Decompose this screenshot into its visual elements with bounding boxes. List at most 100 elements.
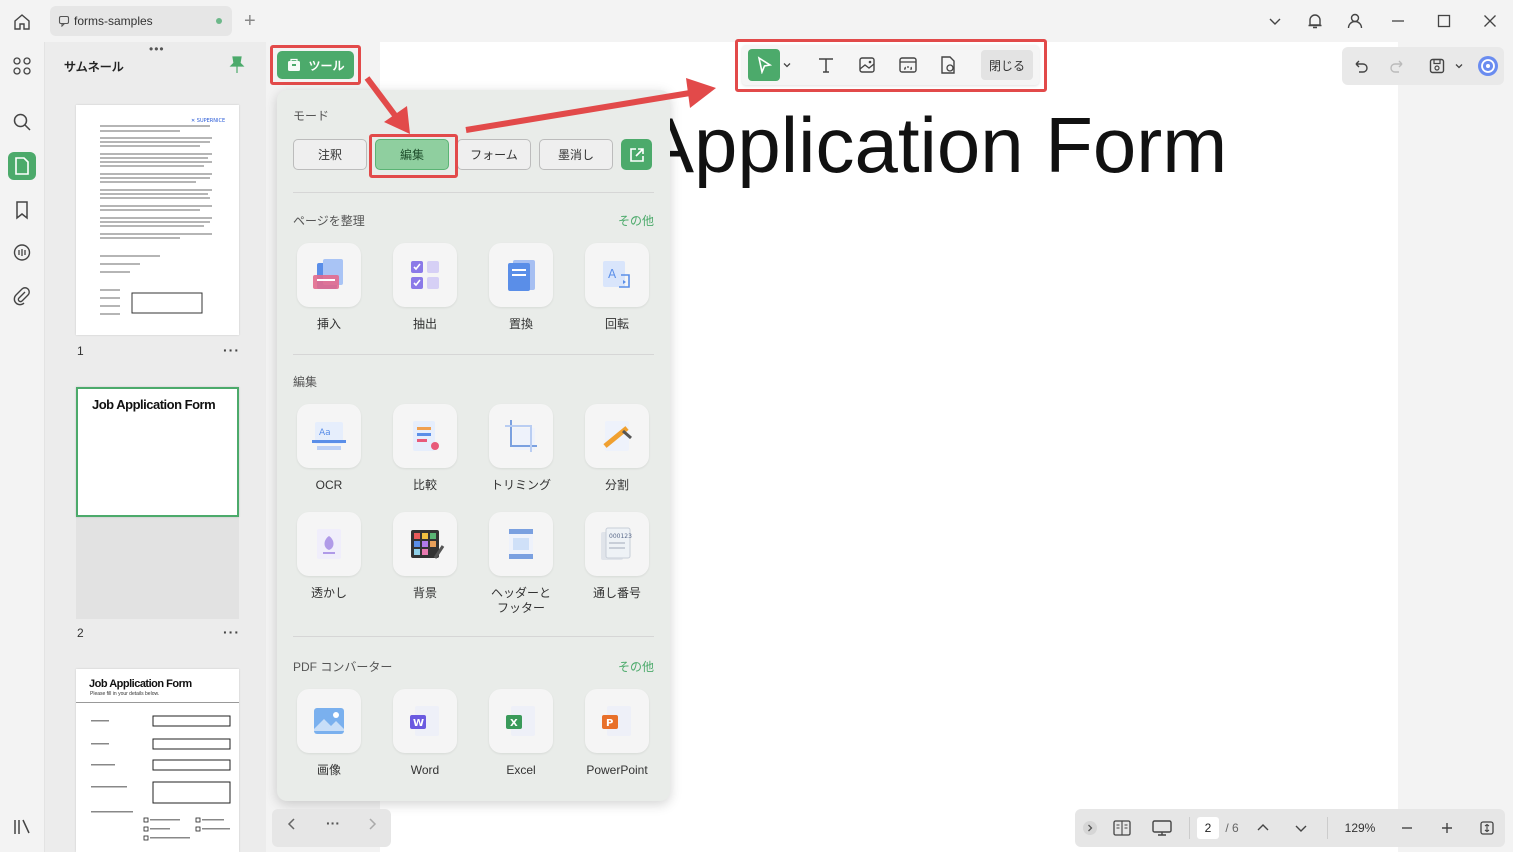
home-icon[interactable] bbox=[10, 10, 34, 34]
divider bbox=[293, 354, 654, 355]
page-settings-icon bbox=[941, 56, 955, 74]
split-tool[interactable]: 分割 bbox=[577, 404, 657, 493]
crop-tool[interactable]: トリミング bbox=[481, 404, 561, 493]
extract-tool[interactable]: 抽出 bbox=[385, 243, 465, 332]
minimize-icon[interactable] bbox=[1375, 0, 1421, 42]
add-image-button[interactable] bbox=[851, 49, 883, 81]
save-button[interactable] bbox=[1424, 52, 1450, 80]
thumbnail-panel: ••• サムネール ✕ SUPERNICE 1 ··· Job Applicat… bbox=[44, 42, 266, 852]
redo-icon bbox=[1390, 60, 1403, 73]
search-icon[interactable] bbox=[8, 108, 36, 136]
header-footer-tool[interactable]: ヘッダーと フッター bbox=[481, 512, 561, 616]
zoom-in-button[interactable] bbox=[1435, 815, 1459, 841]
page-thumbnail-1[interactable]: ✕ SUPERNICE bbox=[76, 105, 239, 335]
convert-image-tool[interactable]: 画像 bbox=[289, 689, 369, 778]
comment-icon bbox=[58, 15, 70, 27]
insert-tool[interactable]: 挿入 bbox=[289, 243, 369, 332]
tools-button-label: ツール bbox=[308, 58, 345, 73]
page-thumbnail-3[interactable]: Job Application Form Please fill in your… bbox=[76, 669, 239, 852]
prev-page-icon[interactable] bbox=[286, 817, 298, 834]
mode-section-label: モード bbox=[293, 109, 330, 123]
attachment-icon[interactable] bbox=[8, 283, 36, 311]
cursor-icon bbox=[757, 56, 773, 74]
mode-edit-button[interactable]: 編集 bbox=[375, 139, 449, 170]
page-thumbnail-2[interactable]: Job Application Form bbox=[76, 387, 239, 517]
ocr-tool[interactable]: Aa OCR bbox=[289, 404, 369, 493]
open-external-button[interactable] bbox=[621, 139, 652, 170]
add-watermark-button[interactable] bbox=[932, 49, 964, 81]
convert-more-link[interactable]: その他 bbox=[618, 658, 654, 675]
mode-redact-button[interactable]: 墨消し bbox=[539, 139, 613, 170]
svg-text:W: W bbox=[413, 718, 424, 729]
background-tool[interactable]: 背景 bbox=[385, 512, 465, 601]
convert-powerpoint-tool[interactable]: P PowerPoint bbox=[577, 689, 657, 778]
page-controls: 2 / 6 129% bbox=[1075, 809, 1505, 847]
compare-icon bbox=[413, 421, 439, 451]
bates-number-tool[interactable]: 000123 通し番号 bbox=[577, 512, 657, 601]
chevron-down-icon[interactable] bbox=[1255, 0, 1295, 42]
svg-text:A: A bbox=[608, 267, 617, 281]
zoom-out-button[interactable] bbox=[1395, 815, 1419, 841]
next-page-button[interactable] bbox=[1289, 815, 1313, 841]
redo-button[interactable] bbox=[1384, 52, 1410, 80]
drag-handle[interactable]: ••• bbox=[149, 42, 165, 56]
close-icon[interactable] bbox=[1467, 0, 1513, 42]
convert-word-tool[interactable]: W Word bbox=[385, 689, 465, 778]
convert-section-label: PDF コンバーター bbox=[293, 660, 393, 674]
chevron-down-icon bbox=[1455, 64, 1463, 69]
header-footer-icon bbox=[509, 529, 533, 559]
page-1-more-button[interactable]: ··· bbox=[223, 342, 240, 358]
rotate-tool[interactable]: A 回転 bbox=[577, 243, 657, 332]
document-title[interactable]: Application Form bbox=[642, 100, 1227, 191]
user-icon[interactable] bbox=[1335, 0, 1375, 42]
current-page-input[interactable]: 2 bbox=[1197, 817, 1219, 839]
convert-excel-tool[interactable]: X Excel bbox=[481, 689, 561, 778]
undo-button[interactable] bbox=[1348, 52, 1374, 80]
pin-icon[interactable] bbox=[229, 56, 245, 74]
ai-assistant-button[interactable] bbox=[1475, 52, 1501, 80]
next-page-icon[interactable] bbox=[366, 817, 378, 834]
mode-form-button[interactable]: フォーム bbox=[457, 139, 531, 170]
comment-list-icon[interactable] bbox=[8, 239, 36, 267]
mode-annotate-button[interactable]: 注釈 bbox=[293, 139, 367, 170]
page-2-more-button[interactable]: ··· bbox=[223, 624, 240, 640]
page-layout-button[interactable] bbox=[1109, 815, 1135, 841]
maximize-icon[interactable] bbox=[1421, 0, 1467, 42]
bell-icon[interactable] bbox=[1295, 0, 1335, 42]
replace-tool-label: 置換 bbox=[508, 317, 533, 331]
new-tab-button[interactable]: + bbox=[244, 10, 256, 32]
edit-section-label: 編集 bbox=[293, 375, 318, 389]
select-tool-dropdown[interactable] bbox=[780, 49, 794, 81]
insert-page-icon bbox=[313, 259, 343, 289]
library-icon[interactable] bbox=[8, 813, 36, 841]
document-tab[interactable]: forms-samples bbox=[50, 6, 232, 36]
select-tool-button[interactable] bbox=[748, 49, 780, 81]
apps-grid-icon[interactable] bbox=[8, 52, 36, 80]
compare-tool[interactable]: 比較 bbox=[385, 404, 465, 493]
page-2-heading: Job Application Form bbox=[92, 397, 216, 412]
previous-page-button[interactable] bbox=[1251, 815, 1275, 841]
right-toolbar bbox=[1342, 47, 1504, 85]
thumbnail-page-icon[interactable] bbox=[8, 152, 36, 180]
expand-panel-button[interactable] bbox=[1081, 815, 1099, 841]
replace-tool[interactable]: 置換 bbox=[481, 243, 561, 332]
watermark-tool[interactable]: 透かし bbox=[289, 512, 369, 601]
word-icon: W bbox=[410, 706, 439, 736]
background-icon bbox=[411, 530, 445, 559]
insert-tool-label: 挿入 bbox=[316, 317, 341, 331]
presentation-button[interactable] bbox=[1149, 815, 1175, 841]
add-link-button[interactable] bbox=[892, 49, 924, 81]
more-options-button[interactable]: ··· bbox=[326, 815, 340, 831]
excel-icon: X bbox=[506, 706, 535, 736]
unsaved-dot bbox=[216, 18, 222, 24]
add-text-button[interactable] bbox=[810, 49, 842, 81]
tools-button[interactable]: ツール bbox=[277, 51, 354, 79]
organize-more-link[interactable]: その他 bbox=[618, 212, 654, 229]
close-edit-button[interactable]: 閉じる bbox=[981, 50, 1033, 80]
save-dropdown[interactable] bbox=[1452, 52, 1466, 80]
title-bar: forms-samples + bbox=[0, 0, 1513, 42]
zoom-level[interactable]: 129% bbox=[1337, 815, 1383, 841]
bookmark-icon[interactable] bbox=[8, 196, 36, 224]
plus-icon bbox=[1442, 823, 1452, 833]
fit-page-button[interactable] bbox=[1475, 815, 1499, 841]
